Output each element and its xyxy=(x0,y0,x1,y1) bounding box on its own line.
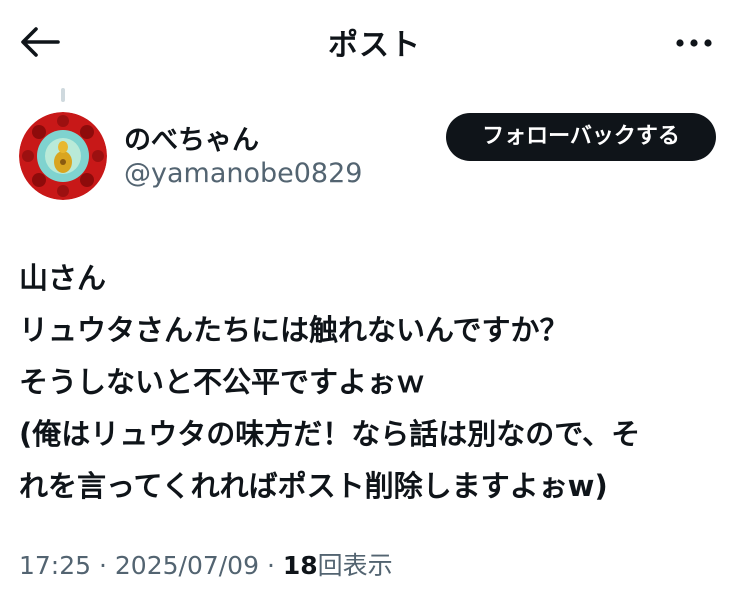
post-text-line: リュウタさんたちには触れないんですか？ xyxy=(19,313,569,347)
display-name[interactable]: のべちゃん xyxy=(124,118,259,157)
post-text-line: そうしないと不公平ですよぉｗ xyxy=(19,365,426,399)
more-options-icon xyxy=(676,39,712,47)
post-text-line: 山さん xyxy=(19,261,107,295)
thread-connector-line xyxy=(61,88,65,102)
views-label: 回表示 xyxy=(317,551,393,580)
post-detail-page: ポスト のべちゃん @yamanobe0829 フォローバックする 山さん リュ… xyxy=(0,0,749,593)
post-date[interactable]: 2025/07/09 xyxy=(115,551,259,580)
post-text: 山さん リュウタさんたちには触れないんですか？ そうしないと不公平ですよぉｗ (… xyxy=(19,252,734,512)
post-text-line: れを言ってくれればポスト削除しますよぉw) xyxy=(19,469,608,503)
meta-separator: · xyxy=(99,551,107,580)
post-meta: 17:25 · 2025/07/09 · 18回表示 xyxy=(19,546,393,582)
post-text-line: (俺はリュウタの味方だ！なら話は別なので、そ xyxy=(19,417,641,451)
post-time[interactable]: 17:25 xyxy=(19,551,91,580)
follow-back-button[interactable]: フォローバックする xyxy=(446,113,716,161)
avatar[interactable] xyxy=(19,112,107,200)
views-count: 18 xyxy=(282,551,318,580)
more-options-button[interactable] xyxy=(670,28,718,58)
meta-separator: · xyxy=(266,551,275,580)
top-bar: ポスト xyxy=(0,0,749,88)
page-title: ポスト xyxy=(328,28,421,63)
user-handle[interactable]: @yamanobe0829 xyxy=(124,158,362,189)
